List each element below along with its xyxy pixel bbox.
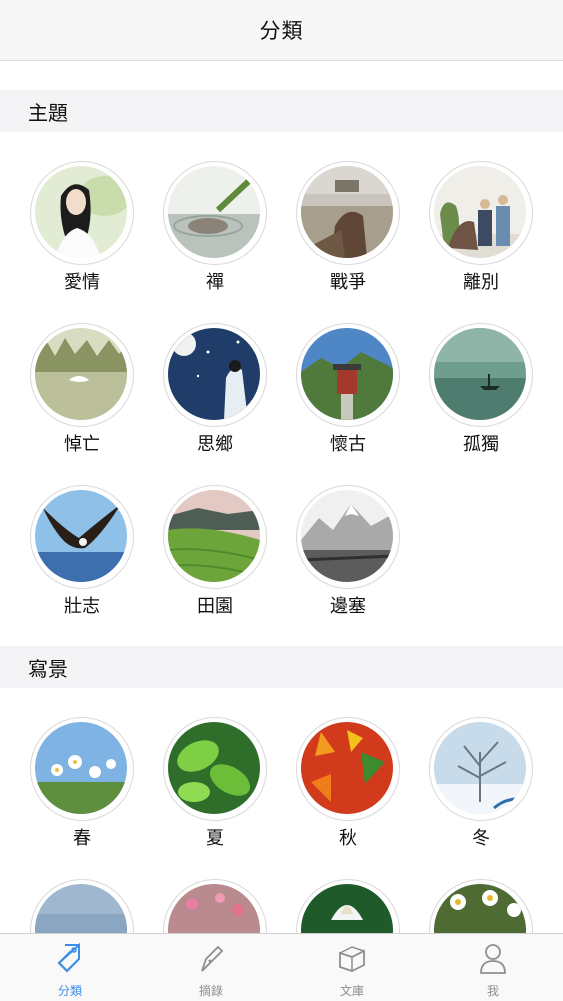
tab-label: 摘錄 bbox=[198, 984, 223, 998]
section-header-theme: 主題 bbox=[0, 90, 563, 132]
category-label: 懷古 bbox=[330, 434, 366, 455]
page-title: 分類 bbox=[259, 19, 304, 43]
category-pastoral[interactable]: 田園 bbox=[163, 485, 267, 625]
tab-me[interactable]: 我 bbox=[423, 934, 563, 1001]
mourning-thumbnail bbox=[35, 328, 127, 420]
section-header-scenery: 寫景 bbox=[0, 646, 563, 688]
category-mourning[interactable]: 悼亡 bbox=[30, 323, 134, 463]
category-winter[interactable]: 冬 bbox=[429, 717, 533, 857]
category-label: 愛情 bbox=[64, 272, 100, 293]
homesick-thumbnail bbox=[168, 328, 260, 420]
tab-bar: 分類 摘錄 文庫 我 bbox=[0, 933, 563, 1001]
category-scenery-6[interactable] bbox=[163, 879, 267, 933]
category-label: 秋 bbox=[339, 828, 357, 849]
category-zen[interactable]: 禪 bbox=[163, 161, 267, 301]
category-homesick[interactable]: 思鄉 bbox=[163, 323, 267, 463]
category-label: 禪 bbox=[206, 272, 224, 293]
category-spring[interactable]: 春 bbox=[30, 717, 134, 857]
category-label: 戰爭 bbox=[330, 272, 366, 293]
category-label: 悼亡 bbox=[64, 434, 100, 455]
war-thumbnail bbox=[301, 166, 393, 258]
frontier-thumbnail bbox=[301, 490, 393, 582]
category-label: 夏 bbox=[206, 828, 224, 849]
category-love[interactable]: 愛情 bbox=[30, 161, 134, 301]
tab-library[interactable]: 文庫 bbox=[282, 934, 422, 1001]
category-frontier[interactable]: 邊塞 bbox=[296, 485, 400, 625]
category-label: 邊塞 bbox=[330, 596, 366, 617]
category-label: 冬 bbox=[472, 828, 490, 849]
zen-thumbnail bbox=[168, 166, 260, 258]
pastoral-thumbnail bbox=[168, 490, 260, 582]
category-scenery-8[interactable] bbox=[429, 879, 533, 933]
nostalgia-thumbnail bbox=[301, 328, 393, 420]
category-summer[interactable]: 夏 bbox=[163, 717, 267, 857]
summer-thumbnail bbox=[168, 722, 260, 814]
category-autumn[interactable]: 秋 bbox=[296, 717, 400, 857]
category-war[interactable]: 戰爭 bbox=[296, 161, 400, 301]
category-farewell[interactable]: 離別 bbox=[429, 161, 533, 301]
nav-bar: 分類 bbox=[0, 0, 563, 61]
winter-thumbnail bbox=[434, 722, 526, 814]
section-title: 寫景 bbox=[28, 656, 68, 681]
ambition-thumbnail bbox=[35, 490, 127, 582]
spring-thumbnail bbox=[35, 722, 127, 814]
person-icon bbox=[480, 944, 506, 974]
tab-excerpts[interactable]: 摘錄 bbox=[141, 934, 281, 1001]
category-solitude[interactable]: 孤獨 bbox=[429, 323, 533, 463]
category-label: 離別 bbox=[463, 272, 499, 293]
autumn-thumbnail bbox=[301, 722, 393, 814]
category-label: 孤獨 bbox=[463, 434, 499, 455]
solitude-thumbnail bbox=[434, 328, 526, 420]
love-thumbnail bbox=[35, 166, 127, 258]
category-ambition[interactable]: 壯志 bbox=[30, 485, 134, 625]
tab-categories[interactable]: 分類 bbox=[0, 934, 140, 1001]
pen-icon bbox=[201, 945, 224, 972]
farewell-thumbnail bbox=[434, 166, 526, 258]
tab-label: 文庫 bbox=[339, 984, 364, 998]
category-nostalgia[interactable]: 懷古 bbox=[296, 323, 400, 463]
category-scroll-view[interactable]: 主題 愛情 禪 戰爭 離別 悼亡 思鄉 懷古 孤獨 壯志 田園 邊塞 寫景 春 … bbox=[0, 61, 563, 933]
books-icon bbox=[339, 946, 365, 972]
category-label: 壯志 bbox=[64, 596, 100, 617]
category-label: 春 bbox=[73, 828, 91, 849]
category-scenery-5[interactable] bbox=[30, 879, 134, 933]
section-title: 主題 bbox=[28, 100, 68, 125]
tag-icon bbox=[57, 942, 80, 973]
tab-label: 我 bbox=[486, 984, 499, 998]
category-label: 思鄉 bbox=[197, 434, 233, 455]
category-scenery-7[interactable] bbox=[296, 879, 400, 933]
tab-label: 分類 bbox=[57, 984, 82, 998]
category-label: 田園 bbox=[197, 596, 233, 617]
